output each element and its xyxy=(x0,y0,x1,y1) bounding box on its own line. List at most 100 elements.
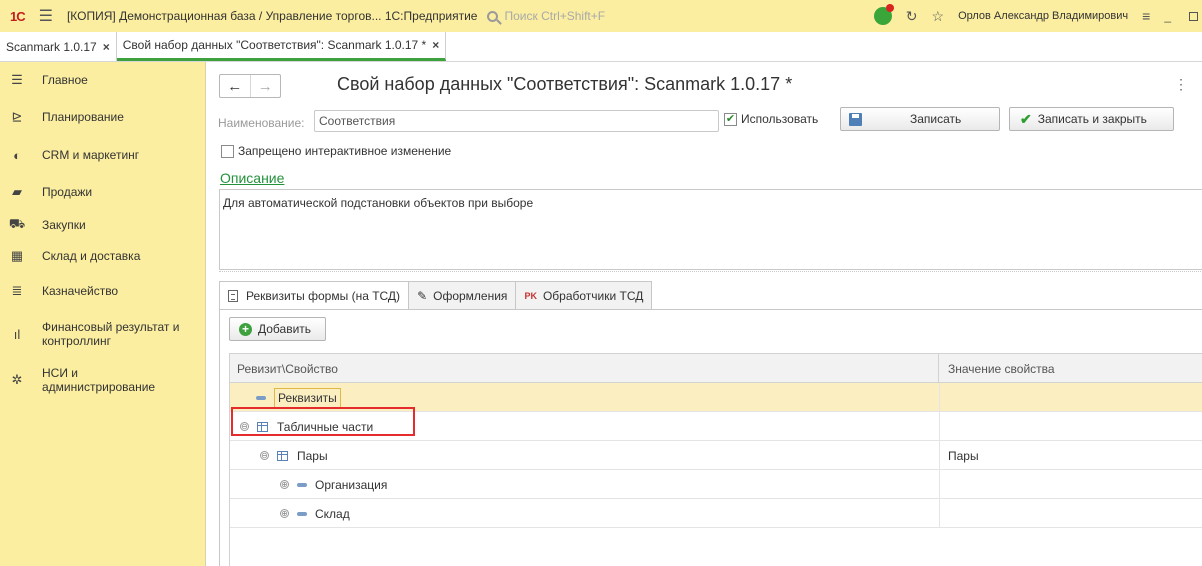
table-header: Ревизит\Свойство Значение свойства xyxy=(230,354,1202,383)
sidebar-item-label: Главное xyxy=(42,73,88,87)
forward-arrow-icon[interactable]: → xyxy=(249,75,281,97)
use-checkbox[interactable]: ✔ Использовать xyxy=(724,112,818,126)
hamburger-menu-icon[interactable]: ☰ xyxy=(39,6,53,26)
sidebar-item-label: НСИ и администрирование xyxy=(42,366,156,394)
window-tabs-bar: Scanmark 1.0.17 × Свой набор данных "Соо… xyxy=(0,32,1202,62)
floppy-disk-icon xyxy=(849,112,862,126)
sidebar-item-label: Продажи xyxy=(42,185,93,199)
sidebar-item-label: Казначейство xyxy=(42,284,119,298)
name-field[interactable] xyxy=(314,110,719,132)
app-title: [КОПИЯ] Демонстрационная база / Управлен… xyxy=(66,9,478,23)
notifications-icon[interactable] xyxy=(873,4,894,25)
tab-designs[interactable]: ✎ Оформления xyxy=(408,281,517,309)
bag-icon: ▰ xyxy=(12,184,22,199)
sidebar-item-warehouse[interactable]: ▦ Склад и доставка xyxy=(0,248,206,263)
attributes-tree-table[interactable]: Ревизит\Свойство Значение свойства Рекви… xyxy=(229,353,1202,566)
back-arrow-icon[interactable]: ← xyxy=(220,75,250,97)
highlight-annotation-box xyxy=(231,407,415,436)
name-label: Наименование: xyxy=(218,116,305,130)
user-name[interactable]: Орлов Александр Владимирович xyxy=(958,10,1128,22)
title-bar: 1С ☰ [КОПИЯ] Демонстрационная база / Упр… xyxy=(0,0,1202,32)
form-area: ← → Свой набор данных "Соответствия": Sc… xyxy=(207,62,1202,566)
add-button[interactable]: + Добавить xyxy=(229,317,326,341)
document-icon xyxy=(228,290,238,302)
window-tab-label: Scanmark 1.0.17 xyxy=(6,39,97,54)
description-textarea[interactable]: Для автоматической подстановки объектов … xyxy=(219,189,1202,270)
page-title: Свой набор данных "Соответствия": Scanma… xyxy=(337,74,793,94)
navigation-buttons: ← → xyxy=(219,74,281,98)
history-icon[interactable]: ↻ xyxy=(906,8,918,25)
sidebar-item-purchases[interactable]: ⛟ Закупки xyxy=(0,216,206,232)
window-tab-dataset[interactable]: Свой набор данных "Соответствия": Scanma… xyxy=(116,32,447,61)
expand-icon[interactable]: ⊕ xyxy=(280,509,289,518)
settings-menu-icon[interactable]: ≡ xyxy=(1142,8,1150,24)
tab-label: Реквизиты формы (на ТСД) xyxy=(246,289,401,303)
tree-cell: ⊕ Склад xyxy=(280,499,350,528)
column-header-attribute[interactable]: Ревизит\Свойство xyxy=(230,354,939,383)
sidebar-item-main[interactable]: ☰ Главное xyxy=(0,72,206,87)
close-tab-icon[interactable]: × xyxy=(432,38,439,52)
search-icon xyxy=(487,10,499,22)
row-label: Организация xyxy=(315,477,388,492)
sidebar-item-planning[interactable]: ⊵ Планирование xyxy=(0,109,206,124)
tab-label: Оформления xyxy=(433,288,508,303)
title-bar-right: ↻ ☆ Орлов Александр Владимирович ≡ _ xyxy=(873,0,1202,32)
save-and-close-button[interactable]: ✔ Записать и закрыть xyxy=(1009,107,1174,131)
sidebar-item-label: Финансовый результат и контроллинг xyxy=(42,320,180,348)
maximize-icon[interactable] xyxy=(1189,11,1198,21)
plus-icon: + xyxy=(239,322,252,336)
window-tab-scanmark[interactable]: Scanmark 1.0.17 × xyxy=(0,32,117,61)
planning-icon: ⊵ xyxy=(11,109,23,124)
table-row[interactable]: ⊕ Организация xyxy=(230,470,1202,499)
dash-icon xyxy=(297,511,307,516)
sidebar-item-treasury[interactable]: ≣ Казначейство xyxy=(0,283,206,298)
minimize-icon[interactable]: _ xyxy=(1164,9,1171,23)
chart-icon: ıl xyxy=(13,326,21,342)
save-button-label: Записать xyxy=(910,112,962,126)
checkmark-icon: ✔ xyxy=(1020,110,1032,127)
sidebar-item-label: Планирование xyxy=(42,110,124,124)
row-label: Склад xyxy=(315,506,350,521)
sidebar-item-finance[interactable]: ıl Финансовый результат и контроллинг xyxy=(0,320,206,348)
sidebar-item-crm[interactable]: ◐ CRM и маркетинг xyxy=(0,147,206,163)
panel-tabs: Реквизиты формы (на ТСД) ✎ Оформления PK… xyxy=(219,281,653,310)
favorites-star-icon[interactable]: ☆ xyxy=(932,8,945,25)
collapse-icon[interactable]: ⊖ xyxy=(260,451,269,460)
forbid-checkbox-label: Запрещено интерактивное изменение xyxy=(238,144,452,158)
close-tab-icon[interactable]: × xyxy=(103,40,110,54)
splitter[interactable] xyxy=(219,271,1202,272)
tree-cell: ⊖ Пары xyxy=(260,441,328,470)
expand-icon[interactable]: ⊕ xyxy=(280,480,289,489)
add-button-label: Добавить xyxy=(258,322,312,336)
checkmark-icon: ✔ xyxy=(724,112,737,126)
tab-form-attributes[interactable]: Реквизиты формы (на ТСД) xyxy=(219,281,410,310)
gear-icon: ✲ xyxy=(11,372,23,387)
window-tab-label: Свой набор данных "Соответствия": Scanma… xyxy=(122,38,427,52)
tab-handlers[interactable]: PK Обработчики ТСД xyxy=(515,281,653,309)
use-checkbox-label: Использовать xyxy=(741,112,819,126)
sidebar-item-label: CRM и маркетинг xyxy=(42,148,140,162)
forbid-interactive-change-checkbox[interactable]: Запрещено интерактивное изменение xyxy=(221,144,451,158)
app-logo: 1С xyxy=(10,8,26,24)
search-box[interactable]: Поиск Ctrl+Shift+F xyxy=(487,9,605,23)
table-row[interactable]: ⊕ Склад xyxy=(230,499,1202,528)
sidebar: ☰ Главное ⊵ Планирование ◐ CRM и маркети… xyxy=(0,62,206,566)
tree-cell: ⊕ Организация xyxy=(280,470,387,499)
save-button[interactable]: Записать xyxy=(840,107,1000,131)
sidebar-item-label: Закупки xyxy=(42,218,86,232)
save-and-close-label: Записать и закрыть xyxy=(1037,112,1147,126)
crm-icon: ◐ xyxy=(13,147,21,163)
table-icon xyxy=(277,450,288,461)
row-label: Реквизиты xyxy=(274,387,341,408)
table-row[interactable]: ⊖ Пары Пары xyxy=(230,441,1202,470)
row-value: Пары xyxy=(948,448,979,463)
description-link[interactable]: Описание xyxy=(220,170,284,186)
handlers-icon: PK xyxy=(524,290,537,301)
column-header-value[interactable]: Значение свойства xyxy=(939,354,1202,383)
menu-icon: ☰ xyxy=(11,72,23,87)
cart-icon: ⛟ xyxy=(8,216,26,231)
sidebar-item-sales[interactable]: ▰ Продажи xyxy=(0,184,206,199)
checkbox-box xyxy=(221,144,234,158)
sidebar-item-admin[interactable]: ✲ НСИ и администрирование xyxy=(0,366,206,394)
more-actions-icon[interactable]: ⋮ xyxy=(1174,76,1188,93)
